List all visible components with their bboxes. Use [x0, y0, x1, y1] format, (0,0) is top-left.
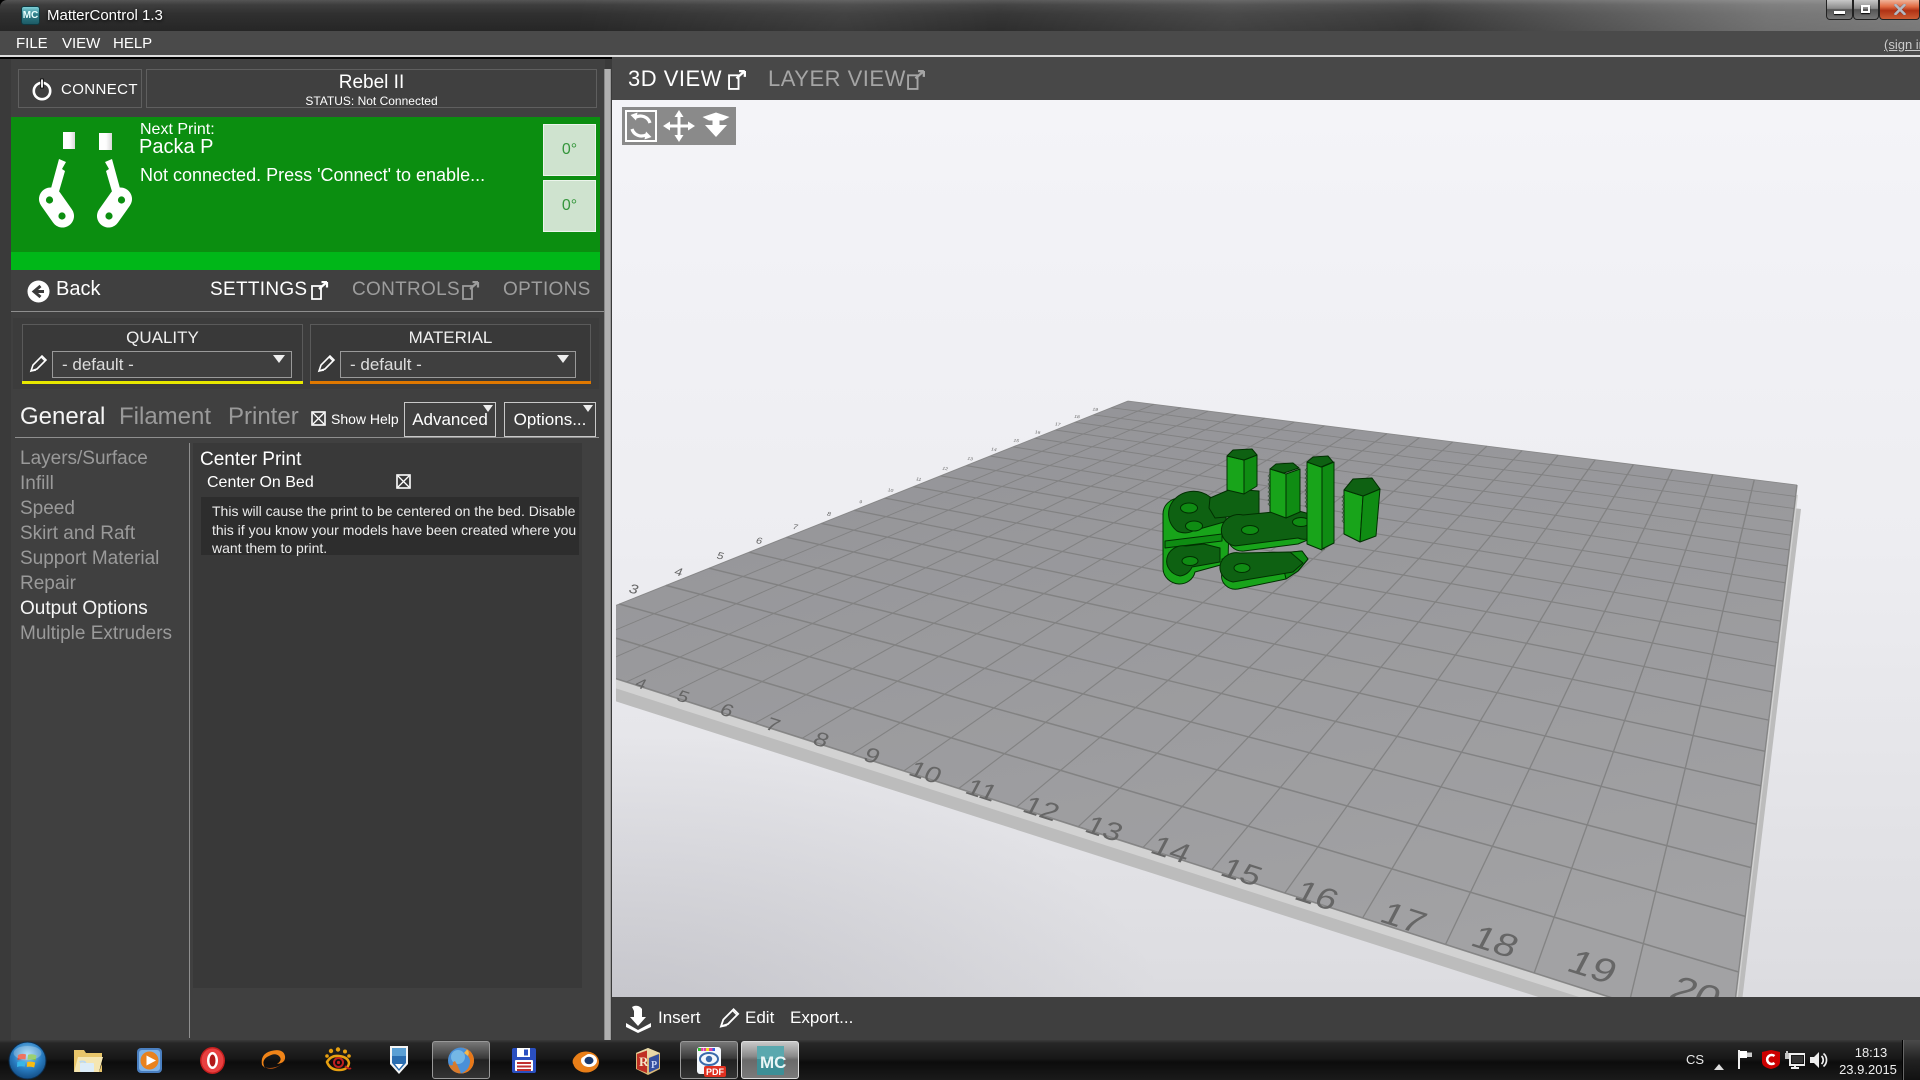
svg-text:8: 8: [826, 511, 833, 518]
svg-text:P: P: [651, 1060, 657, 1071]
svg-text:11: 11: [915, 477, 922, 482]
svg-text:10: 10: [887, 488, 895, 493]
svg-text:17: 17: [1054, 422, 1061, 427]
svg-text:5: 5: [715, 551, 726, 563]
svg-text:12: 12: [942, 466, 949, 471]
svg-text:13: 13: [967, 456, 974, 461]
svg-text:4: 4: [672, 565, 685, 579]
svg-text:6: 6: [754, 536, 764, 547]
svg-text:7: 7: [791, 523, 799, 532]
svg-text:MC: MC: [760, 1053, 786, 1072]
svg-text:3: 3: [626, 582, 641, 597]
svg-text:9: 9: [859, 500, 864, 505]
svg-text:18: 18: [1074, 414, 1081, 419]
svg-text:PDF: PDF: [706, 1067, 725, 1077]
svg-text:14: 14: [990, 447, 997, 452]
svg-text:15: 15: [1013, 438, 1020, 443]
svg-text:19: 19: [1092, 407, 1099, 412]
svg-text:16: 16: [1034, 430, 1041, 435]
svg-text:R: R: [639, 1054, 649, 1069]
